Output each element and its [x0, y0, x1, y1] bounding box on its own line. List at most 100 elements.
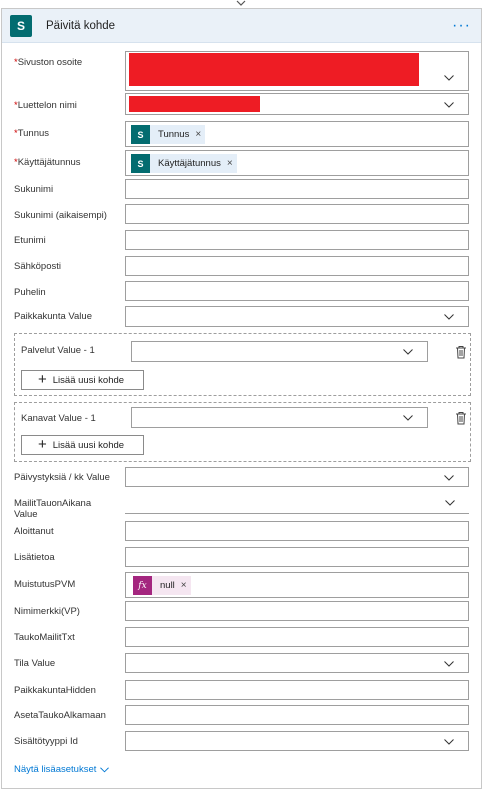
action-title: Päivitä kohde: [46, 20, 116, 32]
nimimerkki-row: Nimimerkki(VP): [2, 601, 481, 621]
redaction-block: [129, 96, 260, 112]
kanavat-array-group: Kanavat Value - 1 + Lisää uusi kohde: [14, 402, 471, 462]
chevron-down-icon[interactable]: [444, 739, 454, 745]
lisatietoa-input[interactable]: [125, 547, 469, 567]
plus-icon: +: [38, 436, 47, 453]
mailit-tauon-row: MailitTauonAikana Value: [2, 494, 481, 520]
paikkakunta-dropdown[interactable]: [125, 306, 469, 327]
show-advanced-options-link[interactable]: Näytä lisäasetukset: [14, 764, 110, 775]
sukunimi-aik-row: Sukunimi (aikaisempi): [2, 204, 481, 224]
add-kanavat-item-button[interactable]: + Lisää uusi kohde: [21, 435, 144, 455]
paivystyksia-dropdown[interactable]: [125, 467, 469, 487]
delete-icon[interactable]: [455, 345, 467, 359]
lisatietoa-label: Lisätietoa: [14, 552, 55, 563]
tunnus-input[interactable]: S Tunnus ×: [125, 121, 469, 147]
card-header[interactable]: S Päivitä kohde ···: [2, 9, 481, 43]
chevron-down-icon: [100, 766, 110, 772]
muistutus-input[interactable]: fx null ×: [125, 572, 469, 598]
delete-icon[interactable]: [455, 411, 467, 425]
site-address-label: Sivuston osoite: [17, 57, 83, 68]
kayttajatunnus-token[interactable]: S Käyttäjätunnus ×: [131, 154, 237, 173]
sisaltotyyppi-row: Sisältötyyppi Id: [2, 731, 481, 751]
kayttajatunnus-input[interactable]: S Käyttäjätunnus ×: [125, 150, 469, 176]
lisatietoa-row: Lisätietoa: [2, 547, 481, 567]
more-options-icon[interactable]: ···: [452, 17, 471, 35]
muistutus-row: MuistutusPVM fx null ×: [2, 572, 481, 598]
sisaltotyyppi-label: Sisältötyyppi Id: [14, 736, 78, 747]
etunimi-row: Etunimi: [2, 230, 481, 250]
paivystyksia-label: Päivystyksiä / kk Value: [14, 472, 110, 483]
site-address-row: *Sivuston osoite: [2, 51, 481, 91]
paikkakunta-row: Paikkakunta Value: [2, 306, 481, 327]
taukomailit-label: TaukoMailitTxt: [14, 632, 75, 643]
chevron-down-icon[interactable]: [444, 314, 454, 320]
puhelin-label: Puhelin: [14, 287, 46, 298]
chevron-down-icon[interactable]: [444, 102, 454, 108]
update-item-card: S Päivitä kohde ··· *Sivuston osoite *Lu…: [1, 8, 482, 789]
sisaltotyyppi-dropdown[interactable]: [125, 731, 469, 751]
paivystyksia-row: Päivystyksiä / kk Value: [2, 467, 481, 487]
chevron-down-icon[interactable]: [444, 475, 454, 481]
aloittanut-row: Aloittanut: [2, 521, 481, 541]
sahkoposti-label: Sähköposti: [14, 261, 62, 272]
palvelut-dropdown[interactable]: [131, 341, 428, 362]
chevron-down-icon[interactable]: [403, 415, 413, 421]
list-name-combobox[interactable]: [125, 93, 469, 115]
remove-token-icon[interactable]: ×: [227, 158, 233, 169]
aseta-tauko-row: AsetaTaukoAlkamaan: [2, 705, 481, 725]
sharepoint-icon: S: [10, 15, 32, 37]
fx-icon: fx: [133, 576, 152, 595]
tila-dropdown[interactable]: [125, 653, 469, 673]
sharepoint-icon: S: [131, 125, 150, 144]
list-name-label: Luettelon nimi: [17, 100, 77, 111]
null-expression-token[interactable]: fx null ×: [133, 576, 191, 595]
aloittanut-label: Aloittanut: [14, 526, 54, 537]
remove-token-icon[interactable]: ×: [195, 129, 201, 140]
sukunimi-aik-label: Sukunimi (aikaisempi): [14, 210, 107, 221]
tunnus-row: *Tunnus S Tunnus ×: [2, 121, 481, 147]
redaction-block: [129, 53, 419, 86]
mailit-tauon-label: MailitTauonAikana Value: [14, 498, 92, 520]
tila-label: Tila Value: [14, 658, 56, 669]
sahkoposti-input[interactable]: [125, 256, 469, 276]
nimimerkki-label: Nimimerkki(VP): [14, 606, 80, 617]
sukunimi-label: Sukunimi: [14, 184, 54, 195]
tila-row: Tila Value: [2, 653, 481, 673]
remove-token-icon[interactable]: ×: [181, 580, 187, 591]
etunimi-label: Etunimi: [14, 235, 46, 246]
sahkoposti-row: Sähköposti: [2, 256, 481, 276]
nimimerkki-input[interactable]: [125, 601, 469, 621]
aseta-tauko-input[interactable]: [125, 705, 469, 725]
tunnus-token[interactable]: S Tunnus ×: [131, 125, 206, 144]
puhelin-input[interactable]: [125, 281, 469, 301]
paikkakunta-hidden-input[interactable]: [125, 680, 469, 700]
etunimi-input[interactable]: [125, 230, 469, 250]
palvelut-label: Palvelut Value - 1: [21, 345, 95, 356]
mailit-tauon-dropdown[interactable]: [125, 494, 469, 514]
tunnus-label: Tunnus: [17, 128, 50, 139]
paikkakunta-label: Paikkakunta Value: [14, 311, 92, 322]
kanavat-dropdown[interactable]: [131, 407, 428, 428]
sukunimi-aik-input[interactable]: [125, 204, 469, 224]
kanavat-label: Kanavat Value - 1: [21, 413, 96, 424]
chevron-down-icon[interactable]: [444, 661, 454, 667]
aloittanut-input[interactable]: [125, 521, 469, 541]
connector-arrow-icon: [236, 0, 246, 6]
site-address-combobox[interactable]: [125, 51, 469, 91]
sharepoint-icon: S: [131, 154, 150, 173]
kayttajatunnus-row: *Käyttäjätunnus S Käyttäjätunnus ×: [2, 150, 481, 176]
list-name-row: *Luettelon nimi: [2, 93, 481, 115]
palvelut-array-group: Palvelut Value - 1 + Lisää uusi kohde: [14, 333, 471, 396]
chevron-down-icon[interactable]: [445, 500, 455, 506]
kayttajatunnus-label: Käyttäjätunnus: [17, 157, 81, 168]
plus-icon: +: [38, 371, 47, 388]
aseta-tauko-label: AsetaTaukoAlkamaan: [14, 710, 106, 721]
sukunimi-input[interactable]: [125, 179, 469, 199]
add-palvelut-item-button[interactable]: + Lisää uusi kohde: [21, 370, 144, 390]
chevron-down-icon[interactable]: [403, 349, 413, 355]
paikkakunta-hidden-label: PaikkakuntaHidden: [14, 685, 96, 696]
puhelin-row: Puhelin: [2, 281, 481, 301]
chevron-down-icon[interactable]: [444, 75, 454, 81]
taukomailit-input[interactable]: [125, 627, 469, 647]
sukunimi-row: Sukunimi: [2, 179, 481, 199]
